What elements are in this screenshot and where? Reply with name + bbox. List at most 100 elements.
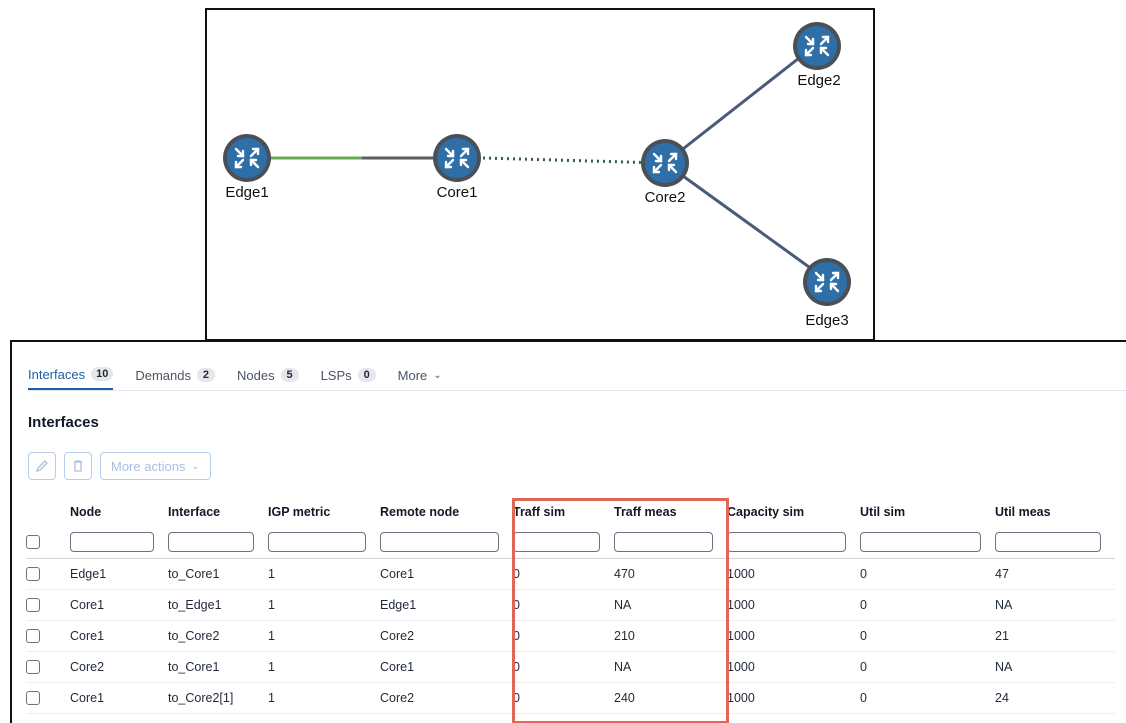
- row-checkbox[interactable]: [26, 691, 40, 706]
- filter-input-traff-sim[interactable]: [513, 532, 600, 552]
- filter-input-node[interactable]: [70, 532, 154, 552]
- tab-bar: Interfaces 10 Demands 2 Nodes 5 LSPs 0 M…: [28, 360, 1126, 391]
- filter-input-interface[interactable]: [168, 532, 254, 552]
- cell: 0: [860, 651, 995, 683]
- filter-input-util-sim[interactable]: [860, 532, 981, 552]
- more-actions-button[interactable]: More actions ⌄: [100, 452, 211, 480]
- cell: 0: [860, 589, 995, 621]
- table-row[interactable]: Core1 to_Edge1 1 Edge1 0 NA 1000 0 NA: [26, 589, 1115, 621]
- row-checkbox[interactable]: [26, 660, 40, 675]
- edit-button[interactable]: [28, 452, 56, 480]
- cell: 1000: [727, 651, 860, 683]
- column-header[interactable]: Interface: [168, 502, 268, 526]
- select-header: [26, 502, 70, 526]
- router-icon: [639, 137, 691, 189]
- node-label: Edge3: [805, 312, 848, 329]
- link-core2-edge2[interactable]: [664, 42, 818, 165]
- table-row[interactable]: Edge1 to_Core1 1 Core1 0 470 1000 0 47: [26, 558, 1115, 590]
- cell: to_Core2: [168, 620, 268, 652]
- cell: 1: [268, 651, 380, 683]
- cell: 470: [614, 558, 727, 590]
- cell: Core1: [70, 620, 168, 652]
- cell: 0: [513, 558, 614, 590]
- column-header[interactable]: Util sim: [860, 502, 995, 526]
- cell: 1000: [727, 682, 860, 714]
- topology-svg: Edge1 Core1 Core2 Edge2 Edge3: [221, 20, 853, 329]
- link-core1-core2[interactable]: [482, 156, 663, 165]
- cell: Core2: [380, 682, 513, 714]
- cell: NA: [614, 589, 727, 621]
- cell: 0: [513, 682, 614, 714]
- tab-interfaces[interactable]: Interfaces 10: [28, 360, 114, 390]
- column-header[interactable]: Util meas: [995, 502, 1115, 526]
- tab-demands[interactable]: Demands 2: [135, 360, 215, 390]
- cell: 0: [860, 620, 995, 652]
- filter-input-traff-meas[interactable]: [614, 532, 713, 552]
- row-checkbox[interactable]: [26, 598, 40, 613]
- tab-nodes[interactable]: Nodes 5: [237, 360, 299, 390]
- select-all-checkbox[interactable]: [26, 535, 40, 550]
- table-row[interactable]: Core2 to_Core1 1 Core1 0 NA 1000 0 NA: [26, 651, 1115, 683]
- column-header[interactable]: Capacity sim: [727, 502, 860, 526]
- node-label: Core1: [437, 184, 478, 201]
- delete-button[interactable]: [64, 452, 92, 480]
- column-header[interactable]: Remote node: [380, 502, 513, 526]
- column-header[interactable]: Traff sim: [513, 502, 614, 526]
- trash-icon: [74, 460, 82, 472]
- cell: 0: [513, 589, 614, 621]
- toolbar: More actions ⌄: [28, 452, 211, 480]
- node-core1[interactable]: Core1: [431, 132, 483, 201]
- node-core2[interactable]: Core2: [639, 137, 691, 206]
- filter-input-util-meas[interactable]: [995, 532, 1101, 552]
- chevron-down-icon: ⌄: [191, 460, 200, 472]
- select-all-cell: [26, 526, 70, 559]
- node-edge2[interactable]: Edge2: [791, 20, 843, 89]
- table-row[interactable]: Core1 to_Core2[1] 1 Core2 0 240 1000 0 2…: [26, 682, 1115, 714]
- tab-more[interactable]: More ⌄: [398, 360, 442, 390]
- cell: 1000: [727, 589, 860, 621]
- table-panel: Interfaces 10 Demands 2 Nodes 5 LSPs 0 M…: [10, 340, 1126, 723]
- cell: Edge1: [70, 558, 168, 590]
- cell: to_Core1: [168, 558, 268, 590]
- node-label: Edge2: [797, 72, 840, 89]
- tab-label: LSPs: [320, 367, 352, 383]
- interfaces-table: Node Interface IGP metric Remote node Tr…: [26, 502, 1115, 714]
- table-row[interactable]: Core1 to_Core2 1 Core2 0 210 1000 0 21: [26, 620, 1115, 652]
- topology-canvas[interactable]: Edge1 Core1 Core2 Edge2 Edge3: [205, 8, 875, 341]
- router-icon: [221, 132, 273, 184]
- router-icon: [431, 132, 483, 184]
- cell: Core2: [380, 620, 513, 652]
- cell: Core1: [380, 651, 513, 683]
- column-header[interactable]: Traff meas: [614, 502, 727, 526]
- cell: 0: [513, 651, 614, 683]
- filter-input-remote-node[interactable]: [380, 532, 499, 552]
- cell: NA: [995, 589, 1115, 621]
- row-checkbox[interactable]: [26, 567, 40, 582]
- tab-lsps[interactable]: LSPs 0: [321, 360, 376, 390]
- node-edge3[interactable]: Edge3: [801, 256, 853, 329]
- node-edge1[interactable]: Edge1: [221, 132, 273, 201]
- column-header[interactable]: Node: [70, 502, 168, 526]
- tab-label: More: [397, 367, 428, 383]
- cell: NA: [995, 651, 1115, 683]
- cell: 21: [995, 620, 1115, 652]
- link-core2-edge3[interactable]: [664, 161, 828, 282]
- cell: NA: [614, 651, 727, 683]
- tab-label: Nodes: [236, 367, 275, 383]
- cell: 1: [268, 682, 380, 714]
- column-header[interactable]: IGP metric: [268, 502, 380, 526]
- tab-label: Demands: [135, 367, 191, 383]
- cell: 47: [995, 558, 1115, 590]
- cell: Core1: [70, 589, 168, 621]
- cell: to_Core1: [168, 651, 268, 683]
- count-badge: 10: [91, 367, 114, 381]
- cell: Core2: [70, 651, 168, 683]
- cell: 0: [860, 558, 995, 590]
- router-icon: [801, 256, 853, 308]
- filter-input-igp-metric[interactable]: [268, 532, 366, 552]
- cell: to_Core2[1]: [168, 682, 268, 714]
- filter-input-capacity-sim[interactable]: [727, 532, 846, 552]
- cell: 240: [614, 682, 727, 714]
- filter-row: [26, 526, 1115, 559]
- row-checkbox[interactable]: [26, 629, 40, 644]
